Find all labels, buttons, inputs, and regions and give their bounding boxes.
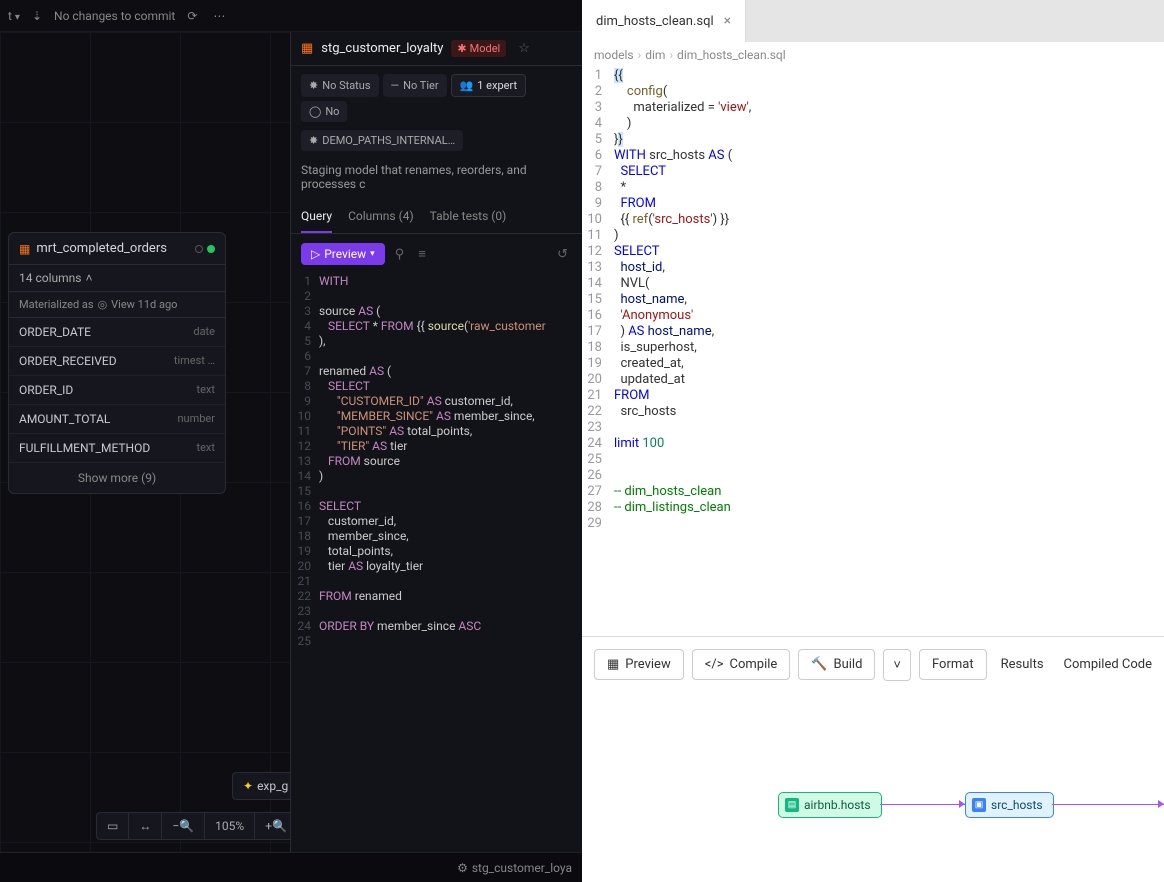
sql-editor-light[interactable]: 1{{2 config(3 materialized = 'view',4 )5… (582, 68, 1164, 636)
chevron-up-icon: ˄ (85, 271, 92, 285)
model-icon: ▣ (972, 798, 986, 812)
show-more-button[interactable]: Show more (9) (9, 463, 225, 493)
jinja-icon: ✱ (457, 42, 466, 55)
pull-icon[interactable]: ⇣ (32, 9, 42, 23)
commit-status: No changes to commit (54, 9, 175, 23)
lineage-node-src-hosts[interactable]: ▣src_hosts (965, 792, 1054, 818)
left-pane: t ▾ ⇣ No changes to commit ⟳ ⋯ ▦ mrt_com… (0, 0, 582, 882)
breadcrumb-item[interactable]: dim_hosts_clean.sql (677, 48, 786, 62)
chevron-down-icon[interactable]: ▾ (370, 249, 375, 259)
model-icon: ▦ (19, 242, 30, 256)
chip-status[interactable]: ✸ No Status (301, 74, 379, 97)
breadcrumb-item[interactable]: models (594, 48, 634, 62)
preview-button[interactable]: ▦Preview (594, 649, 684, 680)
lineage-panel[interactable]: ▤airbnb.hosts ▣src_hosts (582, 692, 1164, 882)
preview-button[interactable]: ▷ Preview ▾ (301, 243, 385, 265)
build-button[interactable]: 🔨Build (798, 649, 875, 680)
zoom-level: 105% (205, 813, 255, 839)
chevron-down-icon: ˅ (893, 657, 901, 673)
star-icon[interactable]: ☆ (518, 41, 530, 56)
model-badge: ✱Model (451, 40, 506, 57)
view-icon: ◎ (98, 298, 108, 311)
zoom-controls: ▭ ↔ −🔍 105% +🔍 (96, 812, 298, 840)
right-pane: dim_hosts_clean.sql × models›dim›dim_hos… (582, 0, 1164, 882)
tab-results[interactable]: Results (1001, 657, 1044, 672)
breadcrumb: models›dim›dim_hosts_clean.sql (582, 42, 1164, 68)
tab-compiled-code[interactable]: Compiled Code (1064, 657, 1152, 672)
column-row[interactable]: ORDER_RECEIVEDtimest … (9, 347, 225, 376)
sql-editor-dark[interactable]: 1WITH23source AS (4 SELECT * FROM {{ sou… (291, 274, 582, 659)
chip-no[interactable]: ◯ No (301, 101, 347, 122)
top-bar: t ▾ ⇣ No changes to commit ⟳ ⋯ (0, 0, 582, 32)
tab-columns[interactable]: Columns (4) (348, 201, 414, 233)
table-icon: ▦ (607, 657, 619, 672)
action-bar: ▦Preview </>Compile 🔨Build ˅ Format Resu… (582, 636, 1164, 692)
node-card-mrt-completed-orders[interactable]: ▦ mrt_completed_orders 14 columns ˄ Mate… (8, 232, 226, 494)
format-button[interactable]: Format (919, 649, 987, 680)
build-dropdown[interactable]: ˅ (883, 649, 911, 681)
code-icon: </> (705, 657, 724, 672)
more-icon[interactable]: ⋯ (213, 9, 227, 23)
lineage-node-airbnb-hosts[interactable]: ▤airbnb.hosts (778, 792, 882, 818)
model-icon: ▦ (301, 41, 313, 56)
model-description: Staging model that renames, reorders, an… (291, 159, 582, 201)
tab-tests[interactable]: Table tests (0) (430, 201, 507, 233)
source-icon: ▤ (785, 798, 799, 812)
column-row[interactable]: AMOUNT_TOTALnumber (9, 405, 225, 434)
column-row[interactable]: FULFILLMENT_METHODtext (9, 434, 225, 463)
node-name: mrt_completed_orders (36, 241, 167, 256)
columns-toggle[interactable]: 14 columns ˄ (9, 265, 225, 292)
history-icon[interactable]: ↺ (553, 243, 572, 266)
branch-dropdown[interactable]: t ▾ (8, 9, 20, 23)
status-dot-green (207, 245, 215, 253)
zoom-out-icon[interactable]: −🔍 (162, 813, 205, 839)
editor-tab-bar: dim_hosts_clean.sql × (582, 0, 1164, 42)
breadcrumb-item[interactable]: dim (645, 48, 665, 62)
tab-query[interactable]: Query (301, 201, 332, 233)
sparkle-icon: ✦ (243, 779, 253, 793)
wand-icon[interactable]: ⚲ (391, 243, 409, 266)
lineage-edge (880, 804, 965, 805)
column-row[interactable]: ORDER_IDtext (9, 376, 225, 405)
chip-path[interactable]: ✸ DEMO_PATHS_INTERNAL… (301, 130, 463, 151)
close-icon[interactable]: × (724, 13, 731, 29)
fit-icon[interactable]: ▭ (97, 813, 129, 839)
tab-dim-hosts-clean[interactable]: dim_hosts_clean.sql × (582, 0, 746, 42)
refresh-icon[interactable]: ⟳ (187, 9, 197, 23)
hammer-icon: 🔨 (811, 657, 827, 672)
status-dot-outline (195, 245, 203, 253)
expand-icon[interactable]: ↔ (129, 813, 162, 839)
detail-title: stg_customer_loyalty (321, 41, 443, 56)
format-icon[interactable]: ≡ (414, 242, 430, 266)
materialized-info: Materialized as ◎ View 11d ago (9, 292, 225, 318)
status-bar: ⚙stg_customer_loya (0, 852, 582, 882)
arrow-icon (1158, 800, 1164, 808)
detail-panel: ▦ stg_customer_loyalty ✱Model ☆ ✸ No Sta… (290, 32, 582, 852)
compile-button[interactable]: </>Compile (692, 649, 791, 680)
column-row[interactable]: ORDER_DATEdate (9, 318, 225, 347)
chip-tier[interactable]: — No Tier (383, 74, 447, 97)
detail-tabs: Query Columns (4) Table tests (0) (291, 201, 582, 234)
gear-icon[interactable]: ⚙ (457, 861, 468, 875)
lineage-edge (1052, 804, 1164, 805)
chip-expert[interactable]: 👥 1 expert (451, 74, 527, 97)
column-list: ORDER_DATEdateORDER_RECEIVEDtimest …ORDE… (9, 318, 225, 463)
